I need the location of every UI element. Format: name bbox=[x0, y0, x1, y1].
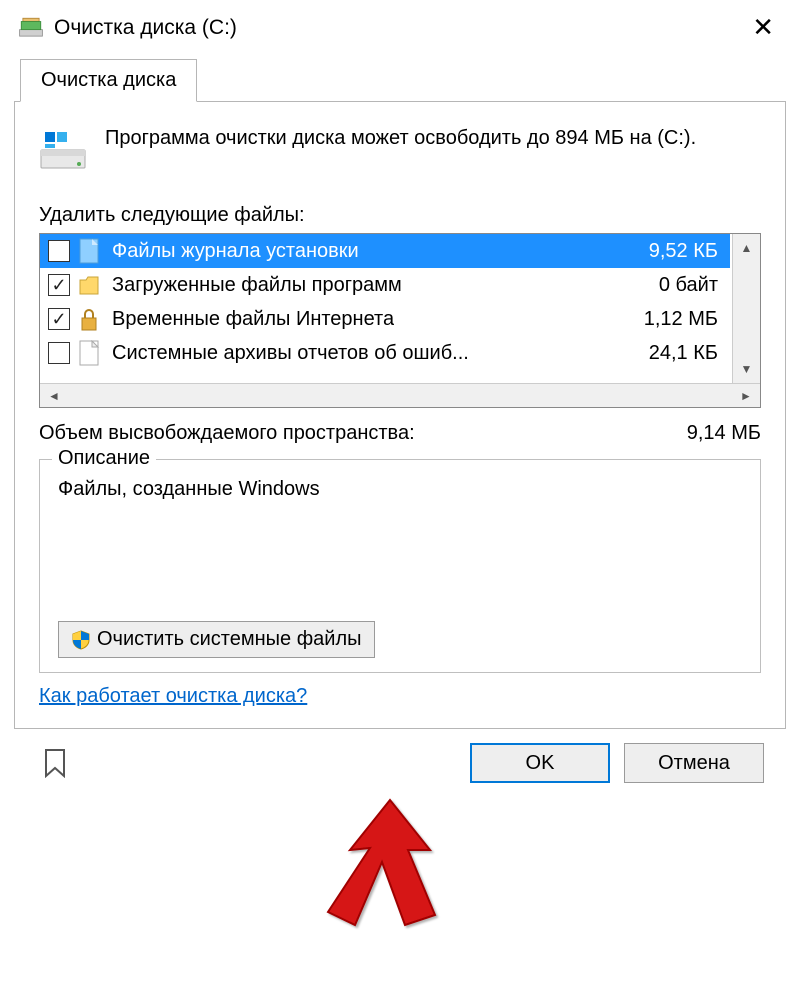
bookmark-icon[interactable] bbox=[42, 748, 68, 778]
file-text: Системные архивы отчетов об ошиб... 24,1 … bbox=[108, 340, 724, 367]
description-text: Файлы, созданные Windows bbox=[58, 478, 742, 501]
delete-files-label: Удалить следующие файлы: bbox=[39, 204, 761, 227]
cancel-button[interactable]: Отмена bbox=[624, 743, 764, 783]
file-name: Временные файлы Интернета bbox=[112, 308, 394, 331]
file-row[interactable]: Временные файлы Интернета 1,12 МБ bbox=[40, 302, 730, 336]
window-title: Очистка диска (C:) bbox=[54, 16, 237, 40]
file-name: Файлы журнала установки bbox=[112, 240, 359, 263]
file-size: 9,52 КБ bbox=[649, 240, 718, 263]
file-checkbox[interactable] bbox=[48, 240, 70, 262]
file-type-icon bbox=[78, 340, 100, 366]
file-size: 0 байт bbox=[659, 274, 718, 297]
freed-label: Объем высвобождаемого пространства: bbox=[39, 422, 415, 445]
vertical-scrollbar[interactable]: ▲ ▼ bbox=[732, 234, 760, 383]
titlebar: Очистка диска (C:) ✕ bbox=[0, 0, 800, 53]
file-type-icon bbox=[78, 306, 100, 332]
file-checkbox[interactable] bbox=[48, 342, 70, 364]
file-type-icon bbox=[78, 238, 100, 264]
button-bar: OK Отмена bbox=[14, 729, 786, 783]
file-list: Файлы журнала установки 9,52 КБ Загруженны… bbox=[39, 233, 761, 408]
intro-row: Программа очистки диска может освободить… bbox=[39, 124, 761, 176]
description-legend: Описание bbox=[52, 447, 156, 470]
scroll-up-button[interactable]: ▲ bbox=[733, 234, 760, 262]
file-text: Загруженные файлы программ 0 байт bbox=[108, 272, 724, 299]
file-text: Файлы журнала установки 9,52 КБ bbox=[108, 238, 724, 265]
file-text: Временные файлы Интернета 1,12 МБ bbox=[108, 306, 724, 333]
description-group: Описание Файлы, созданные Windows Очисти… bbox=[39, 459, 761, 673]
intro-text: Программа очистки диска может освободить… bbox=[105, 124, 696, 176]
scroll-left-button[interactable]: ◄ bbox=[40, 384, 68, 407]
clean-system-files-button[interactable]: Очистить системные файлы bbox=[58, 621, 375, 658]
shield-icon bbox=[71, 630, 91, 650]
file-size: 24,1 КБ bbox=[649, 342, 718, 365]
scroll-down-button[interactable]: ▼ bbox=[733, 355, 760, 383]
file-type-icon bbox=[78, 272, 100, 298]
dialog-body: Очистка диска Программа очистки диска мо… bbox=[0, 53, 800, 795]
freed-space-row: Объем высвобождаемого пространства: 9,14… bbox=[39, 422, 761, 445]
annotation-arrow bbox=[320, 790, 460, 930]
close-button[interactable]: ✕ bbox=[744, 12, 782, 43]
scroll-right-button[interactable]: ► bbox=[732, 384, 760, 407]
tab-panel: Программа очистки диска может освободить… bbox=[14, 101, 786, 729]
file-row[interactable]: Файлы журнала установки 9,52 КБ bbox=[40, 234, 730, 268]
titlebar-left: Очистка диска (C:) bbox=[18, 15, 237, 41]
file-size: 1,12 МБ bbox=[644, 308, 718, 331]
file-name: Загруженные файлы программ bbox=[112, 274, 402, 297]
tab-container: Очистка диска Программа очистки диска мо… bbox=[14, 59, 786, 729]
freed-value: 9,14 МБ bbox=[687, 422, 761, 445]
file-checkbox[interactable] bbox=[48, 274, 70, 296]
disk-cleanup-icon bbox=[18, 15, 44, 41]
disk-icon bbox=[39, 128, 87, 176]
file-row[interactable]: Загруженные файлы программ 0 байт bbox=[40, 268, 730, 302]
file-name: Системные архивы отчетов об ошиб... bbox=[112, 342, 469, 365]
help-link[interactable]: Как работает очистка диска? bbox=[39, 685, 307, 708]
file-checkbox[interactable] bbox=[48, 308, 70, 330]
horizontal-scrollbar[interactable]: ◄ ► bbox=[40, 383, 760, 407]
tab-cleanup[interactable]: Очистка диска bbox=[20, 59, 197, 102]
file-row[interactable]: Системные архивы отчетов об ошиб... 24,1 … bbox=[40, 336, 730, 370]
clean-system-files-label: Очистить системные файлы bbox=[97, 628, 362, 651]
ok-button[interactable]: OK bbox=[470, 743, 610, 783]
